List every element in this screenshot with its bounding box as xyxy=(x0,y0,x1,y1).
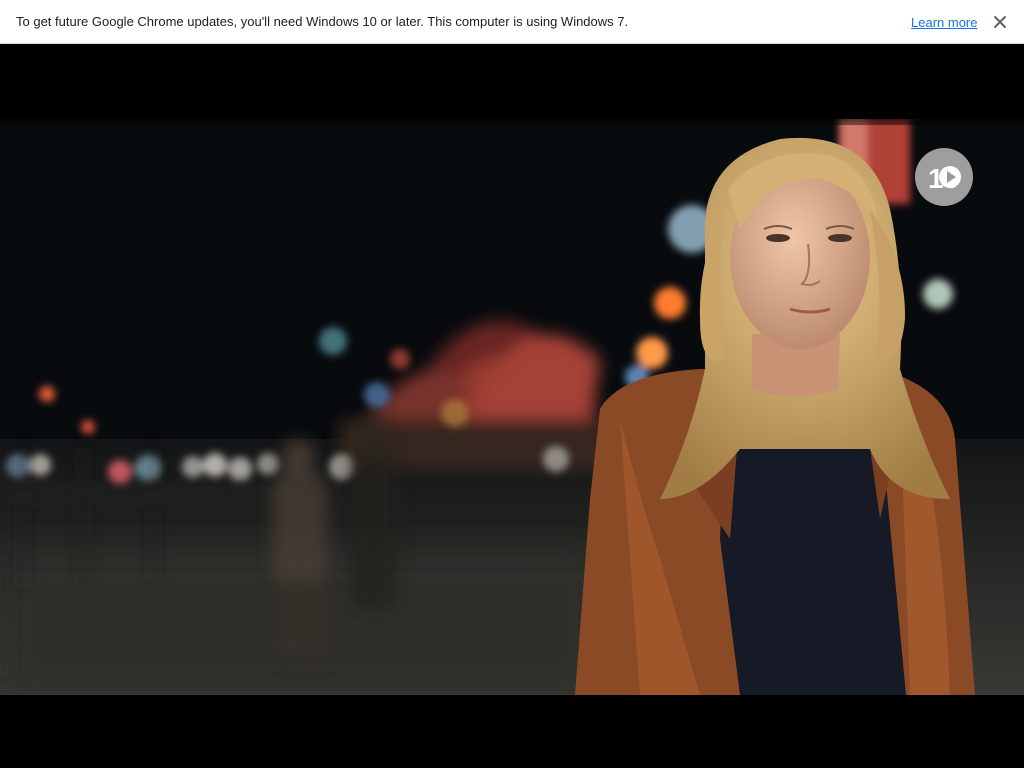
video-player[interactable]: 10 xyxy=(0,45,1024,768)
close-icon[interactable] xyxy=(990,12,1010,32)
video-scene xyxy=(0,119,1024,695)
infobar-message: To get future Google Chrome updates, you… xyxy=(16,14,629,29)
video-frame[interactable]: 10 xyxy=(0,119,1024,695)
learn-more-link[interactable]: Learn more xyxy=(911,15,977,30)
update-infobar: To get future Google Chrome updates, you… xyxy=(0,0,1024,44)
channel-10-play-logo: 10 xyxy=(914,147,974,207)
